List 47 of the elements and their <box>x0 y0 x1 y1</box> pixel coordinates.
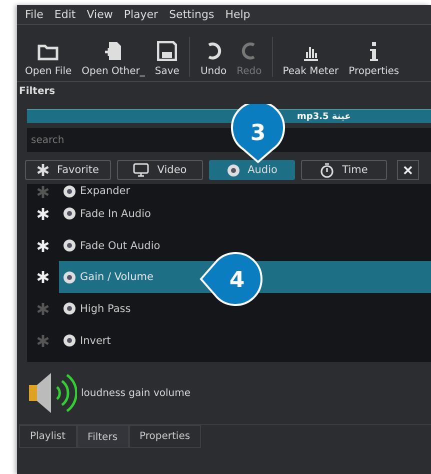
toolbar-button[interactable]: Properties <box>344 41 404 77</box>
menu-item[interactable]: Player <box>124 8 158 21</box>
folder-icon <box>37 43 60 61</box>
menu-item[interactable]: Edit <box>54 8 76 21</box>
menu-item[interactable]: File <box>25 8 44 21</box>
close-button[interactable]: ✕ <box>397 160 419 180</box>
disc-icon <box>63 239 76 252</box>
panel-title: Filters <box>18 85 56 99</box>
menu-item[interactable]: Settings <box>169 8 214 21</box>
toolbar-button[interactable]: Peak Meter <box>278 43 343 77</box>
asterisk-icon <box>37 334 49 347</box>
stopwatch-icon <box>320 162 334 178</box>
panel-tab[interactable]: Filters <box>76 425 129 448</box>
filter-tab[interactable]: Video <box>117 160 203 180</box>
disc-icon <box>63 302 76 316</box>
filter-description: loudness gain volume <box>81 388 190 399</box>
disc-icon <box>63 184 76 198</box>
filter-item[interactable]: Expander <box>59 184 431 198</box>
asterisk-icon <box>37 186 49 198</box>
save-icon <box>157 41 178 61</box>
callout-tooltip: 3 <box>229 104 287 164</box>
asterisk-icon <box>37 302 49 315</box>
filter-item[interactable]: Fade In Audio <box>59 198 431 230</box>
filter-tab[interactable]: Time <box>301 160 387 180</box>
panel-tab[interactable]: Properties <box>128 425 202 448</box>
toolbar-button[interactable]: Save <box>150 41 184 77</box>
toolbar-button[interactable]: Undo <box>196 41 231 77</box>
asterisk-icon <box>37 208 49 220</box>
asterisk-icon <box>37 240 49 252</box>
disc-icon <box>63 207 76 220</box>
panel-tab[interactable]: Playlist <box>19 425 77 448</box>
toolbar-button[interactable]: Open File <box>21 43 76 77</box>
menu-item[interactable]: Help <box>225 8 250 21</box>
disc-icon <box>63 270 76 284</box>
toolbar-button[interactable]: Open Other_ <box>78 41 149 77</box>
asterisk-icon <box>37 271 49 284</box>
asterisk-icon <box>37 164 50 176</box>
info-icon <box>368 41 379 61</box>
callout-tooltip: 4 <box>199 249 265 309</box>
monitor-icon <box>133 163 150 177</box>
new-file-icon <box>104 41 122 61</box>
filter-tab[interactable]: Audio <box>209 160 295 180</box>
menu-item[interactable]: View <box>86 8 113 21</box>
disc-icon <box>63 334 76 348</box>
disc-icon <box>226 164 240 176</box>
filter-item[interactable]: Invert <box>59 324 431 356</box>
filter-tab[interactable]: Favorite <box>25 160 111 180</box>
